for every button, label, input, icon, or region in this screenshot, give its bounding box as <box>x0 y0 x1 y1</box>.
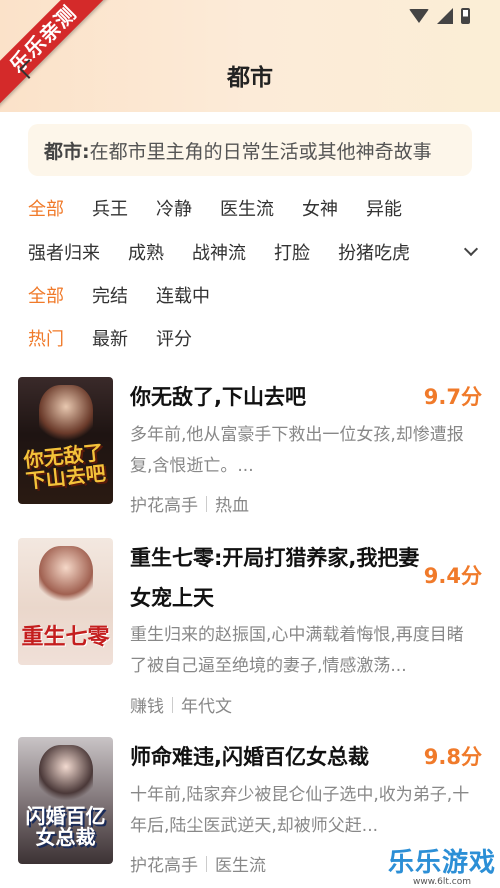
book-tags: 护花高手 医生流 <box>130 851 266 876</box>
cover-title: 闪婚百亿女总裁 <box>25 804 106 849</box>
tag-divider <box>206 855 207 872</box>
book-title[interactable]: 师命难违,闪婚百亿女总裁 <box>130 737 420 777</box>
page-title: 都市 <box>227 65 273 91</box>
book-description: 重生归来的赵振国,心中满载着悔恨,再度目睹了被自己逼至绝境的妻子,情感激荡... <box>130 625 464 676</box>
tag-filter-item[interactable]: 异能 <box>366 195 402 221</box>
book-score: 9.8分 <box>423 745 482 769</box>
book-description: 十年前,陆家弃少被昆仑仙子选中,收为弟子,十年后,陆尘医武逆天,却被师父赶... <box>130 785 470 836</box>
status-filter-row: 全部 完结 连载中 <box>28 281 238 309</box>
chevron-down-icon[interactable] <box>463 241 479 257</box>
tag-filter-row: 全部 兵王 冷静 医生流 女神 异能 <box>28 194 430 222</box>
tag-filter-item[interactable]: 医生流 <box>220 195 274 221</box>
site-watermark: 乐乐游戏 www.6lt.com <box>388 842 496 888</box>
tag-filter-item[interactable]: 女神 <box>302 195 338 221</box>
book-tags: 护花高手 热血 <box>130 491 249 516</box>
book-title[interactable]: 重生七零:开局打猎养家,我把妻女宠上天 <box>130 538 420 618</box>
tag-divider <box>206 495 207 512</box>
tag-filter-item[interactable]: 打脸 <box>274 239 310 265</box>
sort-filter-item[interactable]: 评分 <box>156 325 192 351</box>
tag-filter-row-2: 强者归来 成熟 战神流 打脸 扮猪吃虎 <box>28 238 438 266</box>
tag-filter-item[interactable]: 成熟 <box>128 239 164 265</box>
cover-title: 重生七零 <box>21 624 110 650</box>
cover-title: 你无敌了下山去吧 <box>22 439 107 494</box>
tag-filter-item[interactable]: 强者归来 <box>28 239 100 265</box>
book-title[interactable]: 你无敌了,下山去吧 <box>130 377 420 417</box>
cover-art <box>38 385 93 447</box>
description-text: 在都市里主角的日常生活或其他神奇故事 <box>89 140 432 163</box>
book-item[interactable]: 你无敌了下山去吧 你无敌了,下山去吧 9.7分 多年前,他从富豪手下救出一位女孩… <box>18 377 488 527</box>
book-cover[interactable]: 重生七零 <box>18 538 113 665</box>
status-filter-item[interactable]: 连载中 <box>156 282 210 308</box>
description-label: 都市: <box>44 140 90 163</box>
book-description: 多年前,他从富豪手下救出一位女孩,却惨遭报复,含恨逝亡。... <box>130 425 464 476</box>
battery-icon <box>461 8 470 24</box>
status-bar <box>409 6 470 26</box>
book-score: 9.4分 <box>423 564 482 588</box>
tag-filter-item[interactable]: 战神流 <box>192 239 246 265</box>
book-cover[interactable]: 你无敌了下山去吧 <box>18 377 113 504</box>
book-tag: 赚钱 <box>130 697 164 717</box>
cover-art <box>38 745 93 807</box>
watermark-logo: 乐乐游戏 <box>388 848 497 878</box>
tag-divider <box>172 696 173 713</box>
book-score: 9.7分 <box>423 385 482 409</box>
category-description: 都市: 在都市里主角的日常生活或其他神奇故事 <box>28 124 472 176</box>
sort-filter-hot[interactable]: 热门 <box>28 325 64 351</box>
book-cover[interactable]: 闪婚百亿女总裁 <box>18 737 113 864</box>
sort-filter-item[interactable]: 最新 <box>92 325 128 351</box>
tag-filter-item[interactable]: 冷静 <box>156 195 192 221</box>
signal-icon <box>437 8 453 24</box>
book-item[interactable]: 重生七零 重生七零:开局打猎养家,我把妻女宠上天 9.4分 重生归来的赵振国,心… <box>18 538 488 717</box>
book-tag: 护花高手 <box>130 496 198 516</box>
status-filter-item[interactable]: 完结 <box>92 282 128 308</box>
book-tags: 赚钱 年代文 <box>130 692 232 717</box>
tag-filter-all[interactable]: 全部 <box>28 195 64 221</box>
tag-filter-item[interactable]: 扮猪吃虎 <box>338 239 410 265</box>
sort-filter-row: 热门 最新 评分 <box>28 324 220 352</box>
book-tag: 护花高手 <box>130 856 198 876</box>
book-tag: 热血 <box>215 496 249 516</box>
status-filter-all[interactable]: 全部 <box>28 282 64 308</box>
tag-filter-item[interactable]: 兵王 <box>92 195 128 221</box>
wifi-icon <box>409 9 429 23</box>
book-tag: 医生流 <box>215 856 266 876</box>
cover-art <box>38 546 93 608</box>
book-tag: 年代文 <box>181 697 232 717</box>
